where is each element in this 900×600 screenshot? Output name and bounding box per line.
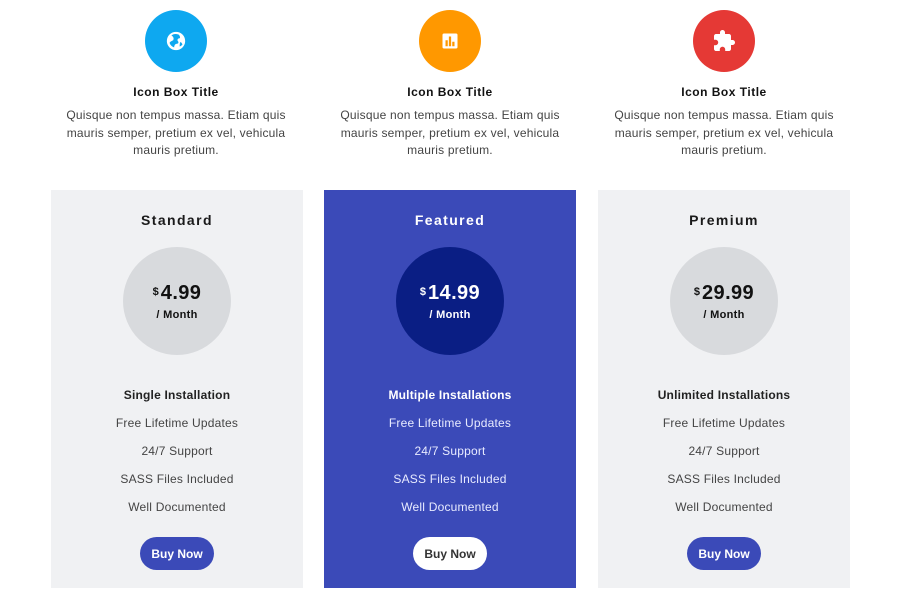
price: $ 29.99 (694, 282, 754, 305)
plan-name: Featured (414, 212, 486, 228)
price-period: / Month (156, 308, 198, 321)
feature-item: 24/7 Support (141, 444, 213, 458)
price-amount: 14.99 (428, 281, 481, 304)
feature-item: SASS Files Included (120, 472, 234, 486)
feature-item: 24/7 Support (414, 444, 486, 458)
feature-item: Free Lifetime Updates (662, 416, 786, 430)
feature-item: Single Installation (123, 388, 231, 402)
plan-name: Standard (141, 212, 213, 228)
feature-list: Multiple Installations Free Lifetime Upd… (324, 381, 576, 521)
icon-box-description: Quisque non tempus massa. Etiam quis mau… (66, 108, 286, 157)
bar-chart-icon (419, 10, 481, 72)
pricing-section: Standard $ 4.99 / Month Single Installat… (0, 190, 900, 588)
pricing-card-featured: Featured $ 14.99 / Month Multiple Instal… (324, 190, 576, 588)
plan-name: Premium (689, 212, 759, 228)
price-amount: 4.99 (160, 281, 202, 304)
pricing-card-premium: Premium $ 29.99 / Month Unlimited Instal… (598, 190, 850, 588)
price: $ 4.99 (153, 282, 202, 305)
icon-box-description: Quisque non tempus massa. Etiam quis mau… (340, 108, 560, 157)
price-circle: $ 14.99 / Month (396, 247, 504, 355)
feature-item: 24/7 Support (688, 444, 760, 458)
icon-box-1: Icon Box Title Quisque non tempus massa.… (56, 10, 296, 160)
puzzle-icon (693, 10, 755, 72)
icon-box-2: Icon Box Title Quisque non tempus massa.… (330, 10, 570, 160)
price-period: / Month (429, 308, 471, 321)
price: $ 14.99 (420, 282, 480, 305)
icon-box-3: Icon Box Title Quisque non tempus massa.… (604, 10, 844, 160)
icon-box-title: Icon Box Title (407, 85, 493, 99)
icon-box-description: Quisque non tempus massa. Etiam quis mau… (614, 108, 834, 157)
feature-list: Single Installation Free Lifetime Update… (51, 381, 303, 521)
buy-now-button[interactable]: Buy Now (140, 537, 214, 570)
price-currency: $ (419, 285, 427, 298)
price-circle: $ 4.99 / Month (123, 247, 231, 355)
buy-now-button[interactable]: Buy Now (687, 537, 761, 570)
feature-item: Free Lifetime Updates (388, 416, 512, 430)
globe-icon (145, 10, 207, 72)
feature-item: SASS Files Included (393, 472, 507, 486)
feature-item: Multiple Installations (388, 388, 512, 402)
pricing-card-standard: Standard $ 4.99 / Month Single Installat… (51, 190, 303, 588)
feature-item: Unlimited Installations (657, 388, 791, 402)
price-currency: $ (693, 285, 701, 298)
feature-item: Well Documented (401, 500, 499, 514)
icon-boxes-section: Icon Box Title Quisque non tempus massa.… (0, 0, 900, 180)
price-period: / Month (703, 308, 745, 321)
feature-item: Well Documented (675, 500, 773, 514)
feature-item: SASS Files Included (667, 472, 781, 486)
price-amount: 29.99 (702, 281, 755, 304)
buy-now-button[interactable]: Buy Now (413, 537, 487, 570)
icon-box-title: Icon Box Title (133, 85, 219, 99)
feature-item: Free Lifetime Updates (115, 416, 239, 430)
price-currency: $ (152, 285, 159, 298)
feature-list: Unlimited Installations Free Lifetime Up… (598, 381, 850, 521)
price-circle: $ 29.99 / Month (670, 247, 778, 355)
icon-box-title: Icon Box Title (681, 85, 767, 99)
feature-item: Well Documented (128, 500, 226, 514)
